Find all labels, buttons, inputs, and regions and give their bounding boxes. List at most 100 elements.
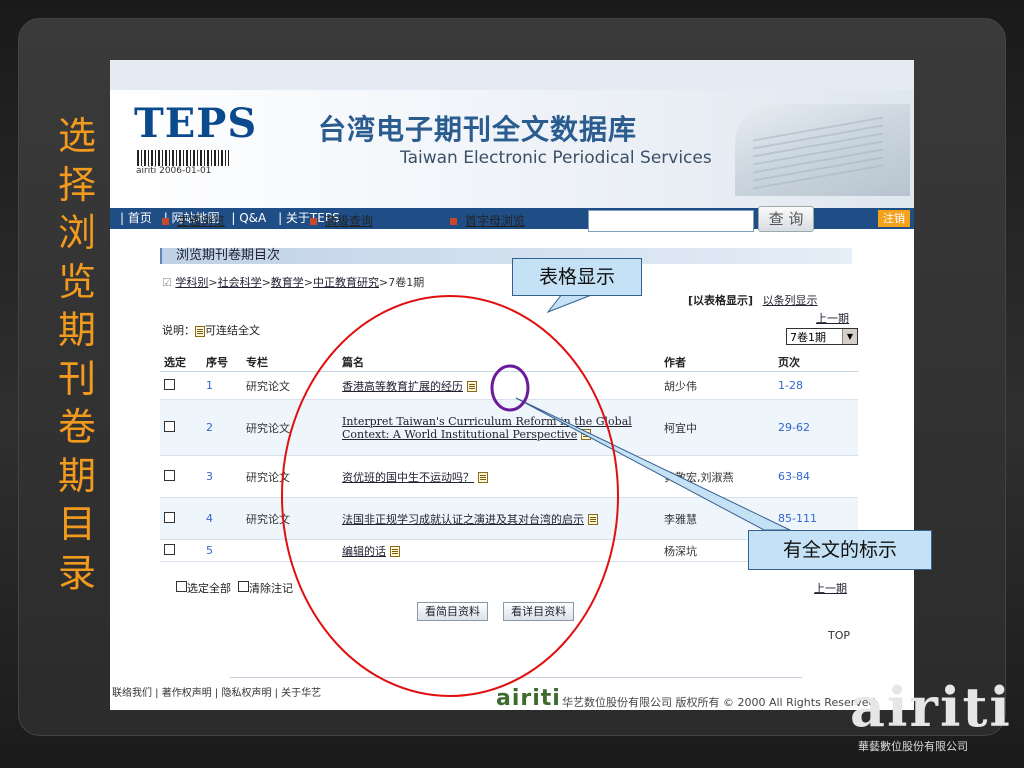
table-header-row: 选定 序号 专栏 篇名 作者 页次 — [160, 352, 858, 372]
bullet-icon — [310, 218, 317, 225]
prev-issue-link-top[interactable]: 上一期 — [816, 310, 849, 326]
list-mode-link[interactable]: 以条列显示 — [763, 294, 818, 307]
slide-vertical-title: 选择浏览期刊卷期目录 — [57, 114, 96, 595]
barcode-text: airiti 2006-01-01 — [136, 166, 212, 176]
fulltext-icon[interactable] — [580, 429, 591, 440]
row-num: 5 — [202, 539, 242, 562]
search-input[interactable] — [588, 210, 754, 232]
breadcrumb: ☑ 学科别>社会科学>教育学>中正教育研究>7卷1期 — [162, 276, 425, 289]
row-checkbox[interactable] — [164, 511, 175, 523]
browser-toolbar — [110, 60, 914, 90]
breadcrumb-social-science[interactable]: 社会科学 — [218, 276, 262, 289]
row-checkbox[interactable] — [164, 543, 175, 555]
row-checkbox[interactable] — [164, 420, 175, 432]
initial-browse-link[interactable]: 首字母浏览 — [450, 212, 525, 229]
view-brief-button[interactable]: 看简目资料 — [417, 602, 488, 621]
article-title-link[interactable]: 资优班的国中生不运动吗？ — [342, 471, 474, 484]
col-title: 篇名 — [338, 352, 660, 372]
teps-logo[interactable]: TEPS — [134, 100, 257, 147]
table-row: 3 研究论文 资优班的国中生不运动吗？ 黄敬宏,刘淑燕 63-84 — [160, 455, 858, 498]
row-author: 黄敬宏,刘淑燕 — [660, 455, 774, 498]
chevron-down-icon[interactable]: ▼ — [842, 329, 857, 344]
nav-home[interactable]: | 首页 — [116, 211, 156, 225]
legend-note: 说明： 可连结全文 — [162, 322, 260, 338]
breadcrumb-education[interactable]: 教育学 — [271, 276, 304, 289]
breadcrumb-subject[interactable]: 学科别 — [175, 276, 208, 289]
airiti-corner-logo: airiti — [850, 675, 1012, 739]
row-checkbox[interactable] — [164, 469, 175, 481]
airiti-corner-subtitle: 華藝數位股份有限公司 — [858, 740, 968, 753]
row-num: 1 — [202, 371, 242, 400]
site-title: 台湾电子期刊全文数据库 — [318, 113, 638, 146]
banner-newspaper-art — [735, 104, 910, 196]
row-pages: 1-28 — [774, 371, 858, 400]
table-row: 1 研究论文 香港高等教育扩展的经历 胡少伟 1-28 — [160, 371, 858, 400]
display-options: [以表格显示] 以条列显示 — [688, 292, 818, 308]
section-title: 浏览期刊卷期目次 — [160, 248, 852, 264]
select-all-checkbox[interactable] — [176, 581, 187, 592]
advanced-search-link[interactable]: 高级查询 — [310, 212, 373, 229]
note-label: 说明： — [162, 324, 195, 337]
footer-copyright: 华艺数位股份有限公司 版权所有 © 2000 All Rights Reserv… — [562, 696, 876, 709]
fulltext-icon[interactable] — [587, 514, 598, 525]
prev-issue-link-bottom[interactable]: 上一期 — [814, 580, 847, 596]
checkbox-note-icon: ☑ — [162, 276, 176, 289]
site-subtitle: Taiwan Electronic Periodical Services — [400, 148, 712, 168]
table-mode-label: [以表格显示] — [688, 294, 754, 307]
advanced-search-label: 高级查询 — [325, 214, 374, 228]
row-pages: 63-84 — [774, 455, 858, 498]
slide-background: 选择浏览期刊卷期目录 TEPS airiti 2006-01-01 台湾电子期刊… — [0, 0, 1024, 768]
fulltext-icon[interactable] — [466, 381, 477, 392]
footer-divider — [230, 677, 802, 678]
top-link[interactable]: TOP — [828, 629, 850, 642]
topic-browse-link[interactable]: 主题浏览 — [162, 212, 225, 229]
nav-qa[interactable]: | Q&A — [227, 211, 270, 225]
bulk-actions: 选定全部 清除注记 — [176, 580, 293, 596]
fulltext-icon[interactable] — [477, 472, 488, 483]
row-column: 研究论文 — [242, 371, 338, 400]
article-title-link[interactable]: 编辑的话 — [342, 545, 386, 558]
row-num: 3 — [202, 455, 242, 498]
search-button[interactable]: 查 询 — [758, 206, 814, 232]
col-author: 作者 — [660, 352, 774, 372]
bullet-icon — [450, 218, 457, 225]
browser-screenshot: TEPS airiti 2006-01-01 台湾电子期刊全文数据库 Taiwa… — [110, 60, 914, 710]
fulltext-icon — [195, 325, 205, 337]
clear-marks-label: 清除注记 — [249, 582, 293, 595]
col-pages: 页次 — [774, 352, 858, 372]
topic-browse-label: 主题浏览 — [177, 214, 226, 228]
note-text: 可连结全文 — [205, 324, 260, 337]
row-column: 研究论文 — [242, 497, 338, 540]
callout-fulltext-mark: 有全文的标示 — [748, 530, 932, 570]
row-author: 胡少伟 — [660, 371, 774, 400]
row-column: 研究论文 — [242, 399, 338, 456]
row-column — [242, 539, 338, 562]
logout-button[interactable]: 注销 — [878, 210, 910, 227]
col-num: 序号 — [202, 352, 242, 372]
issue-select-value: 7卷1期 — [790, 331, 826, 344]
article-title-link[interactable]: 法国非正规学习成就认证之演进及其对台湾的启示 — [342, 513, 584, 526]
initial-browse-label: 首字母浏览 — [465, 214, 526, 228]
clear-marks-checkbox[interactable] — [238, 581, 249, 592]
view-detail-button[interactable]: 看详目资料 — [503, 602, 575, 621]
breadcrumb-current: >7卷1期 — [379, 276, 425, 289]
col-column: 专栏 — [242, 352, 338, 372]
table-row: 2 研究论文 Interpret Taiwan's Curriculum Ref… — [160, 399, 858, 456]
fulltext-icon[interactable] — [389, 546, 400, 557]
view-actions: 看简目资料 看详目资料 — [417, 600, 584, 621]
article-title-link[interactable]: 香港高等教育扩展的经历 — [342, 380, 463, 393]
bullet-icon — [162, 218, 169, 225]
footer-brand-logo: airiti — [496, 686, 561, 710]
row-num: 4 — [202, 497, 242, 540]
issue-select[interactable]: 7卷1期 ▼ — [786, 328, 858, 345]
site-banner: TEPS airiti 2006-01-01 台湾电子期刊全文数据库 Taiwa… — [110, 90, 914, 229]
breadcrumb-journal[interactable]: 中正教育研究 — [313, 276, 379, 289]
col-select: 选定 — [160, 352, 202, 372]
row-column: 研究论文 — [242, 455, 338, 498]
footer-links[interactable]: 联络我们 | 著作权声明 | 隐私权声明 | 关于华艺 — [112, 684, 321, 699]
row-checkbox[interactable] — [164, 378, 175, 390]
select-all-label: 选定全部 — [187, 582, 231, 595]
row-author: 柯宜中 — [660, 399, 774, 456]
row-pages: 29-62 — [774, 399, 858, 456]
callout-table-display: 表格显示 — [512, 258, 642, 296]
